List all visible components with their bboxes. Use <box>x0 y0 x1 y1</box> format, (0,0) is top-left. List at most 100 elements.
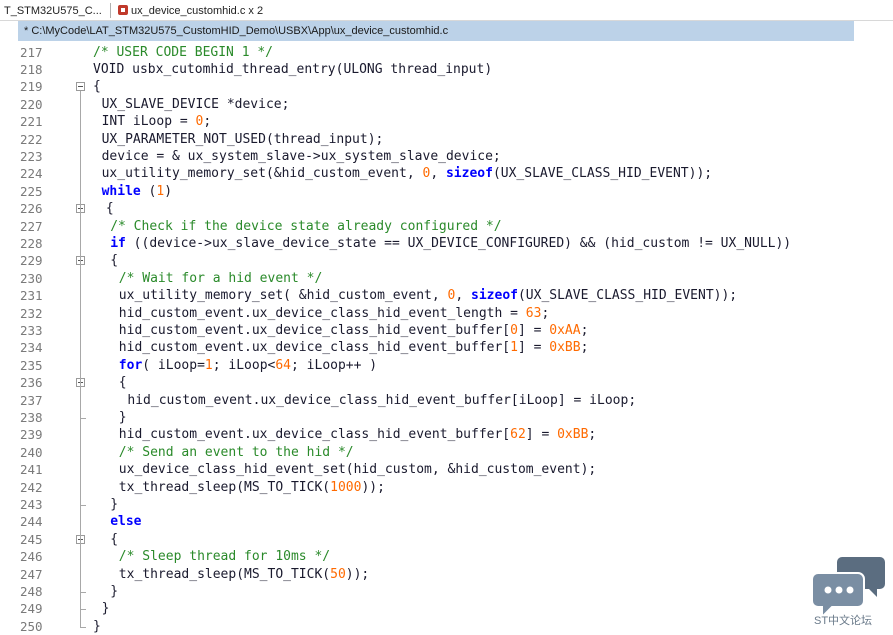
code-text: { <box>110 531 119 547</box>
line-number: 240 <box>20 444 43 460</box>
code-text: { <box>93 79 101 95</box>
code-text: { <box>118 375 127 391</box>
code-text: } <box>101 601 110 617</box>
code-line: 245 { <box>18 531 893 548</box>
code-text: VOID usbx_cutomhid_thread_entry(ULONG th… <box>93 61 493 77</box>
line-number: 247 <box>20 566 43 582</box>
code-line: 219 { <box>18 78 893 95</box>
code-line: 246 /* Sleep thread for 10ms */ <box>18 548 893 565</box>
line-number: 246 <box>20 549 43 565</box>
code-line: 238} <box>18 409 893 426</box>
fold-guide-line <box>80 543 81 592</box>
file-path-bar: * C:\MyCode\LAT_STM32U575_CustomHID_Demo… <box>18 21 854 41</box>
code-text: if ((device->ux_slave_device_state == UX… <box>110 235 792 251</box>
code-line: 247 tx_thread_sleep(MS_TO_TICK(50)); <box>18 566 893 583</box>
line-number: 242 <box>20 479 43 495</box>
line-number: 250 <box>20 618 43 634</box>
code-text: hid_custom_event.ux_device_class_hid_eve… <box>118 305 550 321</box>
code-text: } <box>118 409 127 425</box>
code-text: while (1) <box>101 183 173 199</box>
tab-separator <box>110 3 111 18</box>
code-line: 229 { <box>18 252 893 269</box>
code-line: 226 { <box>18 200 893 217</box>
code-line: 248} <box>18 583 893 600</box>
line-number: 225 <box>20 183 43 199</box>
code-line: 244 else <box>18 513 893 530</box>
code-text: /* Sleep thread for 10ms */ <box>118 549 331 565</box>
code-line: 249} <box>18 600 893 617</box>
line-number: 217 <box>20 44 43 60</box>
code-text: device = & ux_system_slave->ux_system_sl… <box>101 148 501 164</box>
code-text: tx_thread_sleep(MS_TO_TICK(50)); <box>118 566 370 582</box>
watermark-text: ST中文论坛 <box>814 615 873 627</box>
code-line: 224 ux_utility_memory_set(&hid_custom_eve… <box>18 165 893 182</box>
code-line: 232 hid_custom_event.ux_device_class_hid_… <box>18 305 893 322</box>
code-line: 218 VOID usbx_cutomhid_thread_entry(ULONG… <box>18 61 893 78</box>
line-number: 238 <box>20 409 43 425</box>
code-line: 241 ux_device_class_hid_event_set(hid_cus… <box>18 461 893 478</box>
line-number: 232 <box>20 305 43 321</box>
code-text: UX_SLAVE_DEVICE *device; <box>101 96 290 112</box>
code-text: /* Check if the device state already con… <box>110 218 502 234</box>
fold-guide-line <box>80 265 81 505</box>
code-line: 243} <box>18 496 893 513</box>
line-number: 223 <box>20 148 43 164</box>
line-number: 219 <box>20 79 43 95</box>
code-text: hid_custom_event.ux_device_class_hid_eve… <box>127 392 637 408</box>
code-line: 240 /* Send an event to the hid */ <box>18 444 893 461</box>
line-number: 248 <box>20 583 43 599</box>
fold-guide-end <box>80 591 86 593</box>
code-editor[interactable]: 217 /* USER CODE BEGIN 1 */ 218 VOID usbx_c… <box>18 42 893 635</box>
code-line: 242 tx_thread_sleep(MS_TO_TICK(1000)); <box>18 479 893 496</box>
line-number: 220 <box>20 96 43 112</box>
line-number: 230 <box>20 270 43 286</box>
code-text: ux_utility_memory_set(&hid_custom_event,… <box>101 166 713 182</box>
code-text: } <box>93 618 101 634</box>
fold-guide-end <box>80 417 86 419</box>
line-number: 244 <box>20 514 43 530</box>
line-number: 226 <box>20 201 43 217</box>
line-number: 249 <box>20 601 43 617</box>
line-number: 222 <box>20 131 43 147</box>
code-text: tx_thread_sleep(MS_TO_TICK(1000)); <box>118 479 385 495</box>
fold-guide-end <box>80 504 86 506</box>
code-line: 225 while (1) <box>18 183 893 200</box>
code-text: for( iLoop=1; iLoop<64; iLoop++ ) <box>118 357 378 373</box>
code-text: hid_custom_event.ux_device_class_hid_eve… <box>118 340 589 356</box>
fold-toggle-icon[interactable] <box>76 82 85 92</box>
code-text: /* USER CODE BEGIN 1 */ <box>93 44 274 60</box>
line-number: 229 <box>20 253 43 269</box>
line-number: 221 <box>20 114 43 130</box>
line-number: 235 <box>20 357 43 373</box>
code-line: 234 hid_custom_event.ux_device_class_hid_… <box>18 339 893 356</box>
line-number: 241 <box>20 462 43 478</box>
fold-guide-line <box>80 387 81 418</box>
code-line: 227 /* Check if the device state already … <box>18 218 893 235</box>
code-line: 239 hid_custom_event.ux_device_class_hid_… <box>18 426 893 443</box>
code-line: 236 { <box>18 374 893 391</box>
line-number: 231 <box>20 288 43 304</box>
code-line: 222 UX_PARAMETER_NOT_USED(thread_input); <box>18 131 893 148</box>
line-number: 227 <box>20 218 43 234</box>
code-line: 233 hid_custom_event.ux_device_class_hid_… <box>18 322 893 339</box>
code-line: 228 if ((device->ux_slave_device_state ==… <box>18 235 893 252</box>
line-number: 239 <box>20 427 43 443</box>
code-line: 220 UX_SLAVE_DEVICE *device; <box>18 96 893 113</box>
code-text: /* Wait for a hid event */ <box>118 270 323 286</box>
tab-stm32u575[interactable]: T_STM32U575_C... <box>4 3 102 19</box>
code-text: INT iLoop = 0; <box>101 114 212 130</box>
line-number: 236 <box>20 375 43 391</box>
code-text: hid_custom_event.ux_device_class_hid_eve… <box>118 427 597 443</box>
line-number: 233 <box>20 322 43 338</box>
line-number: 228 <box>20 235 43 251</box>
code-text: ux_utility_memory_set( &hid_custom_event… <box>118 288 738 304</box>
tab-ux-device-customhid-label: ux_device_customhid.c x 2 <box>131 5 264 17</box>
code-line: 221 INT iLoop = 0; <box>18 113 893 130</box>
code-text: { <box>110 253 119 269</box>
fold-guide-end <box>80 626 86 628</box>
tab-ux-device-customhid[interactable]: ux_device_customhid.c x 2 <box>118 3 263 19</box>
code-line: 250} <box>18 618 893 635</box>
line-number: 237 <box>20 392 43 408</box>
code-text: ux_device_class_hid_event_set(hid_custom… <box>118 462 597 478</box>
code-line: 235 for( iLoop=1; iLoop<64; iLoop++ ) <box>18 357 893 374</box>
